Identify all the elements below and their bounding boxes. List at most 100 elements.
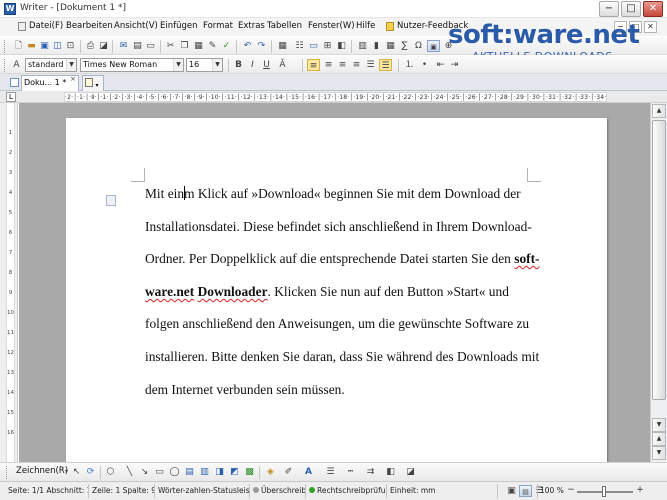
textbox-tool-icon[interactable]: ▤ bbox=[183, 466, 196, 478]
doc-close-button[interactable]: ✕ bbox=[644, 21, 657, 33]
menu-edit[interactable]: Bearbeiten bbox=[66, 21, 113, 31]
fill-color-icon[interactable]: ◈ bbox=[264, 466, 277, 478]
numbered-list-icon[interactable]: ⒈ bbox=[403, 59, 416, 71]
wordart-icon[interactable]: ◨ bbox=[213, 466, 226, 478]
decrease-indent-icon[interactable]: ⇤ bbox=[434, 59, 447, 71]
new-document-icon[interactable]: 🗋 bbox=[12, 40, 25, 52]
status-overwrite[interactable]: Überschreiben bbox=[251, 484, 306, 498]
chevron-down-icon[interactable]: ▼ bbox=[173, 59, 183, 71]
status-spellcheck[interactable]: Rechtschreibprüfung bbox=[307, 484, 387, 498]
arrow-style-icon[interactable]: ⇉ bbox=[364, 466, 377, 478]
picture-icon[interactable]: ▩ bbox=[243, 466, 256, 478]
view-page-icon[interactable]: ▣ bbox=[505, 485, 518, 497]
font-size-combo[interactable]: 16 ▼ bbox=[186, 58, 223, 72]
italic-button[interactable]: I bbox=[246, 59, 259, 71]
status-line-column[interactable]: Zeile: 1 Spalte: 9 bbox=[90, 484, 155, 498]
ellipse-tool-icon[interactable]: ◯ bbox=[168, 466, 181, 478]
rotate-icon[interactable]: ⟳ bbox=[84, 466, 97, 478]
symbol-icon[interactable]: Ω bbox=[412, 40, 425, 52]
line-style-icon[interactable]: ☰ bbox=[324, 466, 337, 478]
cut-icon[interactable]: ✂ bbox=[164, 40, 177, 52]
align-center-icon[interactable]: ≡ bbox=[322, 59, 335, 71]
email-icon[interactable]: ✉ bbox=[117, 40, 130, 52]
justify-icon[interactable]: ≡ bbox=[350, 59, 363, 71]
redo-icon[interactable]: ↷ bbox=[255, 40, 268, 52]
view-web-icon[interactable]: ▤ bbox=[519, 485, 532, 497]
bullet-list-icon[interactable]: • bbox=[418, 59, 431, 71]
new-tab-button[interactable]: ▾ bbox=[82, 75, 104, 91]
vertical-ruler[interactable]: 1 2 3 4 5 6 7 8 9 10 11 12 13 14 15 16 bbox=[0, 103, 18, 462]
format-paintbrush-icon[interactable]: ✎ bbox=[206, 40, 219, 52]
open-folder-icon[interactable]: ▬ bbox=[25, 40, 38, 52]
line-color-icon[interactable]: ✐ bbox=[282, 466, 295, 478]
paste-icon[interactable]: ▦ bbox=[192, 40, 205, 52]
save-as-icon[interactable]: ◫ bbox=[51, 40, 64, 52]
document-icon[interactable]: ▭ bbox=[144, 40, 157, 52]
zoom-percentage[interactable]: 100 % bbox=[537, 484, 564, 498]
shadow-icon[interactable]: ◧ bbox=[384, 466, 397, 478]
vertical-scrollbar[interactable]: ▲ ▼ ▲ ▼ bbox=[650, 103, 667, 462]
horizontal-ruler[interactable]: ·2·│·1·│·Ⅱ·│·1·│·2·│·3·│·4·│·5·│·6·│·7·│… bbox=[64, 92, 607, 102]
select-pointer-icon[interactable]: ↖ bbox=[70, 466, 83, 478]
grid-icon[interactable]: ▦ bbox=[384, 40, 397, 52]
writer-app-icon[interactable]: W bbox=[4, 3, 16, 15]
undo-icon[interactable]: ↶ bbox=[241, 40, 254, 52]
bold-button[interactable]: B bbox=[232, 59, 245, 71]
chevron-down-icon[interactable]: ▼ bbox=[212, 59, 222, 71]
print-icon[interactable]: ⎙ bbox=[84, 40, 97, 52]
menu-tables[interactable]: Tabellen bbox=[267, 21, 302, 31]
line-tool-icon[interactable]: ╲ bbox=[123, 466, 136, 478]
menu-window[interactable]: Fenster(W) bbox=[308, 21, 355, 31]
spellcheck-icon[interactable]: ✓ bbox=[220, 40, 233, 52]
chevron-down-icon[interactable]: ▼ bbox=[66, 59, 76, 71]
toolbar-grip[interactable] bbox=[4, 59, 7, 72]
insert-image-icon[interactable]: ▤ bbox=[131, 40, 144, 52]
previous-page-button[interactable]: ▲ bbox=[652, 432, 666, 446]
scroll-thumb[interactable] bbox=[652, 120, 666, 400]
toggle-view-icon[interactable]: ▣ bbox=[427, 40, 440, 52]
print-preview-icon[interactable]: ◪ bbox=[97, 40, 110, 52]
menu-view[interactable]: Ansicht(V) bbox=[114, 21, 158, 31]
document-page[interactable]: Mit einm Klick auf »Download« beginnen S… bbox=[66, 118, 607, 462]
copy-icon[interactable]: ❐ bbox=[178, 40, 191, 52]
distribute-icon[interactable]: ☰ bbox=[364, 59, 377, 71]
align-right-icon[interactable]: ≡ bbox=[336, 59, 349, 71]
menu-file[interactable]: Datei(F) bbox=[29, 21, 63, 31]
status-page-section[interactable]: Seite: 1/1 Abschnitt: 1/1 bbox=[6, 484, 89, 498]
font-color-icon[interactable]: A bbox=[302, 466, 315, 478]
vertical-textbox-icon[interactable]: ▥ bbox=[198, 466, 211, 478]
line-spacing-icon[interactable]: ☰ bbox=[379, 59, 392, 71]
underline-button[interactable]: U bbox=[260, 59, 273, 71]
document-body-text[interactable]: Mit einm Klick auf »Download« beginnen S… bbox=[145, 178, 545, 406]
columns-icon[interactable]: ▥ bbox=[356, 40, 369, 52]
tab-close-icon[interactable]: × bbox=[70, 75, 76, 83]
zoom-out-button[interactable]: − bbox=[566, 485, 576, 497]
status-units[interactable]: Einheit: mm bbox=[388, 484, 498, 498]
autoshapes-icon[interactable]: ⬡ bbox=[104, 466, 117, 478]
font-name-combo[interactable]: Times New Roman ▼ bbox=[80, 58, 184, 72]
dash-style-icon[interactable]: ┅ bbox=[344, 466, 357, 478]
close-button[interactable]: ✕ bbox=[643, 1, 663, 17]
arrow-tool-icon[interactable]: ↘ bbox=[138, 466, 151, 478]
menu-tools[interactable]: Extras bbox=[238, 21, 265, 31]
document-canvas[interactable]: Mit einm Klick auf »Download« beginnen S… bbox=[19, 103, 650, 462]
maximize-button[interactable]: □ bbox=[621, 1, 641, 17]
3d-icon[interactable]: ◪ bbox=[404, 466, 417, 478]
next-page-button[interactable]: ▼ bbox=[652, 446, 666, 460]
increase-indent-icon[interactable]: ⇥ bbox=[448, 59, 461, 71]
zoom-in-button[interactable]: + bbox=[635, 485, 645, 497]
status-word-count[interactable]: Wörter-zahlen-Statusleiste bbox=[156, 484, 250, 498]
clipart-icon[interactable]: ◩ bbox=[228, 466, 241, 478]
bar-chart-icon[interactable]: ▮ bbox=[370, 40, 383, 52]
style-list-icon[interactable]: A bbox=[10, 59, 23, 71]
formula-icon[interactable]: ∑ bbox=[398, 40, 411, 52]
save-icon[interactable]: ▣ bbox=[38, 40, 51, 52]
insert-text-table-icon[interactable]: ☷ bbox=[293, 40, 306, 52]
menu-format[interactable]: Format bbox=[203, 21, 233, 31]
paragraph-style-combo[interactable]: standard ▼ bbox=[25, 58, 77, 72]
tab-stop-selector[interactable]: L bbox=[6, 92, 16, 102]
insert-chart-icon[interactable]: ◧ bbox=[335, 40, 348, 52]
menu-insert[interactable]: Einfügen bbox=[160, 21, 198, 31]
toolbar-grip[interactable] bbox=[6, 466, 9, 479]
menu-help[interactable]: Hilfe bbox=[356, 21, 375, 31]
